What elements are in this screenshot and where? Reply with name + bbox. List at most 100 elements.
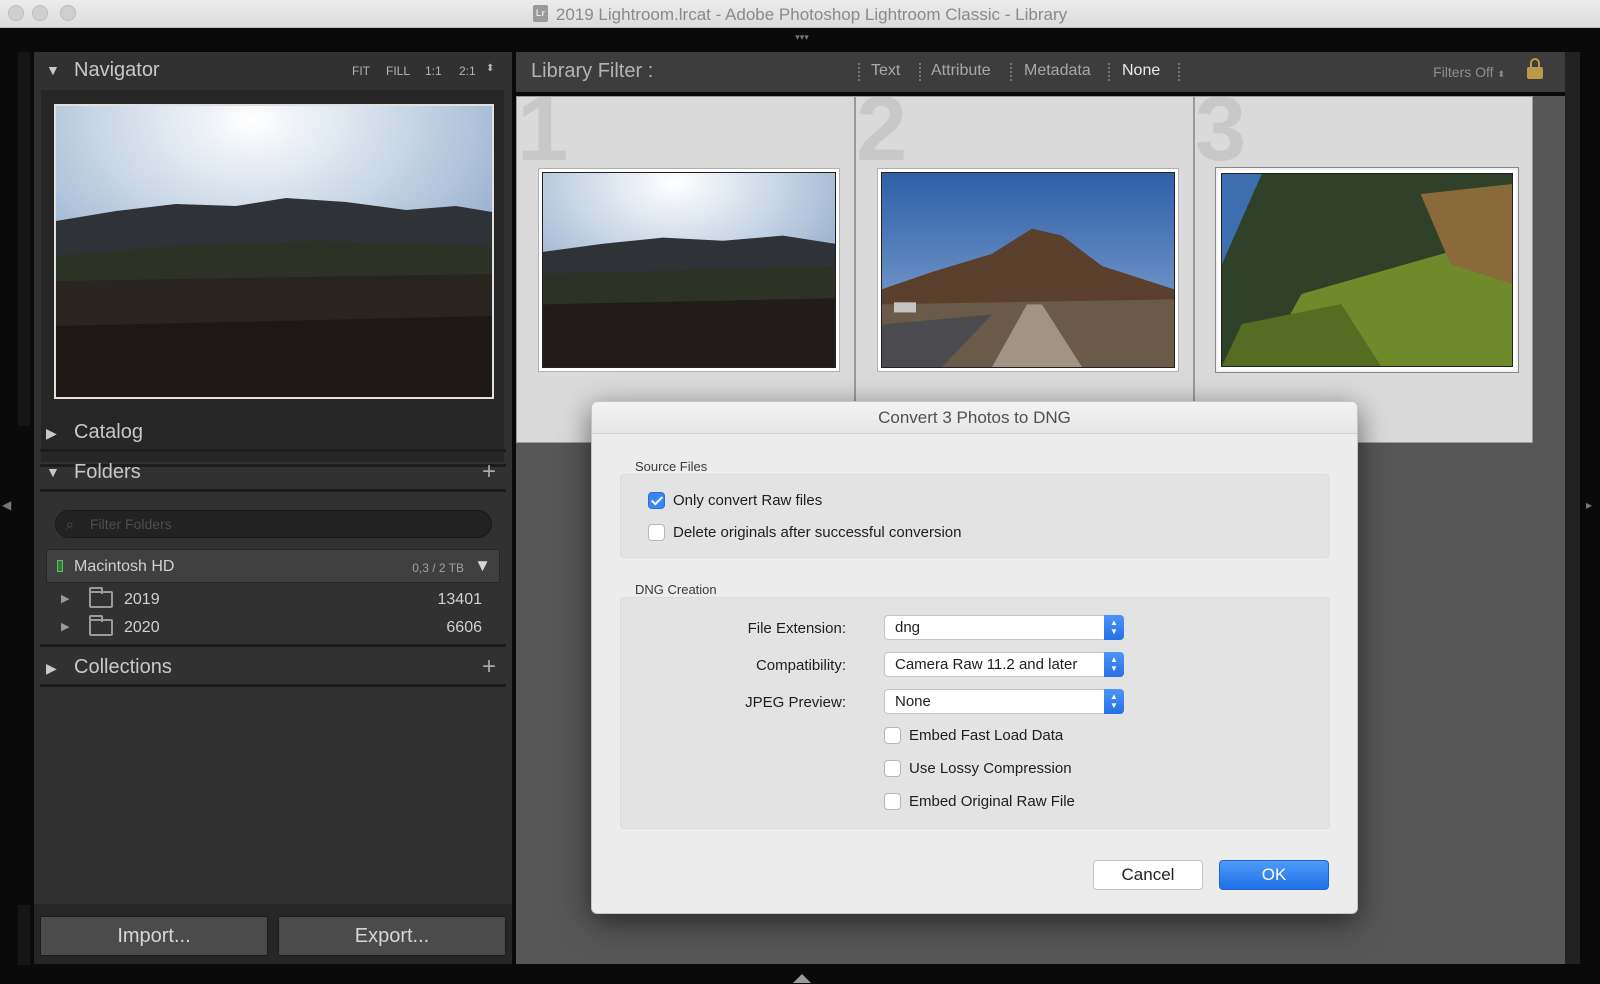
folder-row-2020[interactable]: ▶ 2020 6606 — [46, 614, 500, 642]
collapsed-triangle-icon[interactable]: ▶ — [61, 592, 69, 605]
volume-name: Macintosh HD — [74, 558, 175, 575]
collapsed-triangle-icon[interactable]: ▶ — [61, 620, 69, 633]
navigator-preview-image[interactable] — [54, 104, 494, 399]
export-button[interactable]: Export... — [278, 916, 506, 956]
thumbnail-frame-selected[interactable] — [1216, 168, 1518, 372]
forest-photo-3 — [1222, 174, 1512, 366]
use-lossy-checkbox[interactable] — [884, 760, 901, 777]
library-filter-bar: Library Filter : Text Attribute Metadata… — [516, 52, 1565, 92]
zoom-fit-option[interactable]: FIT — [352, 64, 370, 78]
dropdown-arrows-icon: ⬍ — [1497, 69, 1505, 79]
zoom-fill-option[interactable]: FILL — [386, 64, 410, 78]
collapsed-triangle-icon: ▶ — [46, 425, 57, 441]
ok-button[interactable]: OK — [1219, 860, 1329, 890]
zoom-2-1-option[interactable]: 2:1 — [459, 64, 476, 78]
zoom-stepper-icon[interactable]: ⬍ — [486, 63, 494, 74]
cancel-button[interactable]: Cancel — [1093, 860, 1203, 890]
filter-divider — [1178, 63, 1180, 81]
compatibility-select[interactable]: Camera Raw 11.2 and later ▲ ▼ — [884, 652, 1124, 677]
filter-text-option[interactable]: Text — [871, 62, 900, 80]
search-icon: ⌕ — [66, 516, 74, 532]
import-button[interactable]: Import... — [40, 916, 268, 956]
expanded-triangle-icon: ▼ — [46, 62, 60, 78]
filter-folders-input[interactable]: ⌕ Filter Folders — [55, 510, 492, 538]
cell-index-number: 3 — [1195, 96, 1247, 180]
road-photo-2 — [882, 173, 1174, 367]
delete-originals-checkbox[interactable] — [648, 524, 665, 541]
filter-folders-placeholder: Filter Folders — [90, 516, 172, 532]
thumbnail-image — [881, 172, 1175, 368]
left-panel-collapse-arrow-icon[interactable]: ◀ — [2, 498, 11, 512]
folder-icon — [89, 587, 113, 608]
filter-attribute-option[interactable]: Attribute — [931, 62, 991, 80]
dng-creation-group: File Extension: dng ▲ ▼ Compatibility: Ca… — [620, 597, 1330, 829]
navigator-header[interactable]: ▼ Navigator FIT FILL 1:1 2:1 ⬍ — [34, 52, 512, 90]
embed-original-label: Embed Original Raw File — [909, 793, 1075, 810]
expanded-triangle-icon: ▼ — [46, 464, 60, 480]
filter-none-option[interactable]: None — [1122, 62, 1160, 80]
left-panel-edge — [18, 52, 30, 426]
window-title: Lr 2019 Lightroom.lrcat - Adobe Photoshop… — [0, 5, 1600, 25]
grid-cell-3[interactable]: 3 — [1194, 96, 1533, 443]
volume-menu-triangle-icon[interactable]: ▼ — [474, 556, 491, 576]
thumbnail-frame[interactable] — [538, 168, 840, 372]
select-arrows-icon: ▲ ▼ — [1104, 615, 1124, 640]
folder-icon — [89, 615, 113, 636]
zoom-1-1-option[interactable]: 1:1 — [425, 64, 442, 78]
right-panel-collapse-arrow-icon[interactable]: ▸ — [1586, 498, 1592, 512]
file-extension-select[interactable]: dng ▲ ▼ — [884, 615, 1124, 640]
window-title-text: 2019 Lightroom.lrcat - Adobe Photoshop L… — [555, 5, 1068, 24]
filmstrip-toggle-arrow-icon[interactable] — [793, 974, 811, 983]
dng-creation-label: DNG Creation — [635, 582, 717, 597]
jpeg-preview-select[interactable]: None ▲ ▼ — [884, 689, 1124, 714]
source-files-group: Only convert Raw files Delete originals … — [620, 474, 1330, 558]
folders-header[interactable]: ▼ Folders + — [34, 454, 512, 492]
catalog-title: Catalog — [74, 421, 143, 443]
panel-separator — [40, 684, 506, 687]
collections-header[interactable]: ▶ Collections + — [34, 649, 512, 687]
left-panel-edge-bottom — [18, 905, 30, 965]
folder-count: 13401 — [437, 591, 483, 608]
folder-name: 2019 — [124, 591, 160, 608]
grid-cell-2[interactable]: 2 — [855, 96, 1194, 443]
cell-index-number: 1 — [517, 96, 569, 180]
compatibility-value: Camera Raw 11.2 and later — [895, 656, 1078, 673]
file-extension-label: File Extension: — [747, 620, 846, 637]
dialog-title: Convert 3 Photos to DNG — [592, 402, 1357, 434]
filter-metadata-option[interactable]: Metadata — [1024, 62, 1091, 80]
delete-originals-label: Delete originals after successful conver… — [673, 524, 962, 541]
select-arrows-icon: ▲ ▼ — [1104, 689, 1124, 714]
use-lossy-label: Use Lossy Compression — [909, 760, 1072, 777]
top-panel-toggle-icon[interactable]: ▾▾▾ — [793, 33, 811, 42]
volume-row-macintosh-hd[interactable]: Macintosh HD 0,3 / 2 TB ▼ — [46, 549, 500, 583]
catalog-header[interactable]: ▶ Catalog — [34, 414, 512, 452]
add-folder-plus-icon[interactable]: + — [482, 458, 496, 486]
thumbnail-frame[interactable] — [877, 168, 1179, 372]
add-collection-plus-icon[interactable]: + — [482, 653, 496, 681]
volume-size: 0,3 / 2 TB — [412, 561, 464, 575]
embed-original-checkbox[interactable] — [884, 793, 901, 810]
left-panel: ▼ Navigator FIT FILL 1:1 2:1 ⬍ ▶ Catalog — [34, 52, 512, 964]
filter-divider — [919, 63, 921, 81]
convert-to-dng-dialog: Convert 3 Photos to DNG Source Files Onl… — [591, 401, 1358, 914]
thumbnail-image — [1221, 173, 1513, 367]
navigator-title: Navigator — [74, 59, 160, 81]
only-convert-raw-checkbox[interactable] — [648, 492, 665, 509]
filter-divider — [858, 63, 860, 81]
cell-index-number: 2 — [856, 96, 908, 180]
thumbnail-image — [542, 172, 836, 368]
jpeg-preview-label: JPEG Preview: — [745, 694, 846, 711]
window-title-bar: Lr 2019 Lightroom.lrcat - Adobe Photoshop… — [0, 0, 1600, 28]
lock-icon[interactable] — [1527, 58, 1543, 80]
panel-separator — [40, 489, 506, 492]
folders-title: Folders — [74, 461, 141, 483]
folder-row-2019[interactable]: ▶ 2019 13401 — [46, 586, 500, 614]
filter-divider — [1010, 63, 1012, 81]
file-extension-value: dng — [895, 619, 921, 636]
filters-off-label: Filters Off — [1433, 64, 1494, 80]
embed-fast-load-checkbox[interactable] — [884, 727, 901, 744]
filters-off-dropdown[interactable]: Filters Off ⬍ — [1433, 64, 1505, 80]
grid-cell-1[interactable]: 1 — [516, 96, 855, 443]
filter-divider — [1108, 63, 1110, 81]
compatibility-label: Compatibility: — [755, 657, 846, 674]
